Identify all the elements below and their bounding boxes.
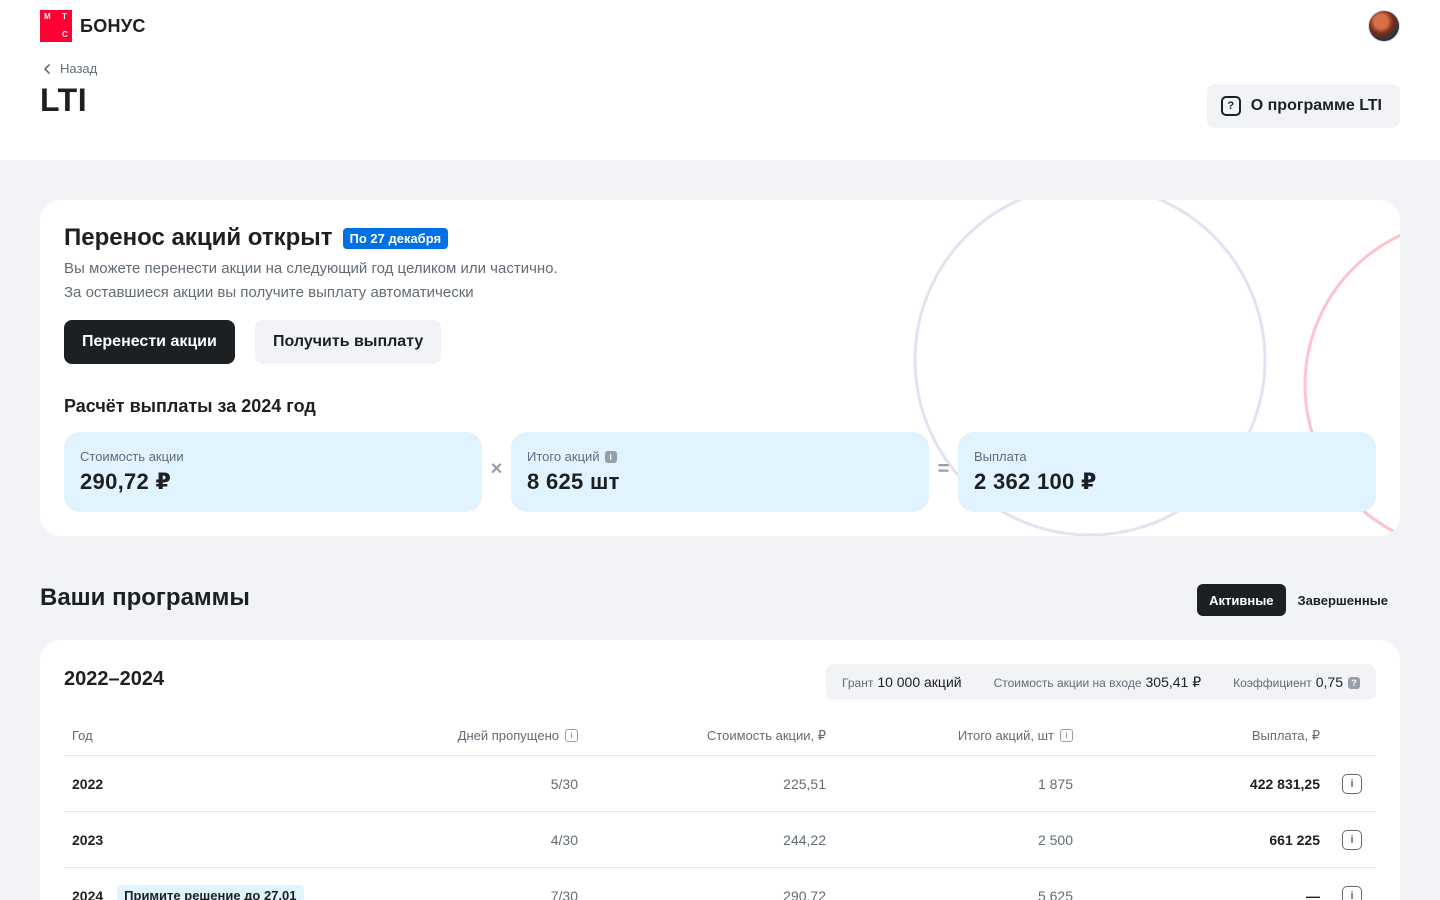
- info-icon[interactable]: i: [1060, 729, 1073, 742]
- row-share-price: 290,72: [783, 887, 826, 900]
- mts-logo-mark: М Т С: [40, 10, 72, 42]
- main-content: Перенос акций открыт По 27 декабря Вы мо…: [0, 160, 1440, 900]
- coefficient-value: 0,75: [1315, 674, 1343, 690]
- entry-price-label: Стоимость акции на входе: [993, 675, 1142, 690]
- table-row[interactable]: 2024 Примите решение до 27.01 7/30 290,72…: [64, 868, 1376, 900]
- row-info-button[interactable]: i: [1342, 812, 1362, 867]
- column-year: Год: [72, 728, 93, 743]
- grant-value: 10 000 акций: [877, 674, 962, 690]
- equals-sign: =: [937, 458, 950, 480]
- year-value: 2023: [72, 831, 104, 848]
- program-summary: Грант 10 000 акций Стоимость акции на вхо…: [826, 664, 1376, 700]
- back-link[interactable]: Назад: [40, 61, 97, 76]
- total-shares-value: 8 625 шт: [527, 469, 620, 494]
- info-icon[interactable]: i: [565, 729, 578, 742]
- total-shares-box: Итого акций i 8 625 шт: [511, 432, 929, 512]
- tab-completed[interactable]: Завершенные: [1286, 584, 1400, 616]
- column-days-missed: Дней пропущено i: [458, 716, 578, 755]
- share-price-box: Стоимость акции 290,72 ₽: [64, 432, 482, 512]
- grant-label: Грант: [842, 676, 874, 690]
- page-header: М Т С БОНУС Назад LTI ? О программе LTI: [0, 0, 1440, 160]
- column-total-shares: Итого акций, шт i: [958, 716, 1073, 755]
- entry-price-value: 305,41 ₽: [1145, 673, 1202, 690]
- row-year: 2022: [72, 756, 103, 811]
- coefficient-label: Коэффициент: [1233, 676, 1312, 690]
- calc-title: Расчёт выплаты за 2024 год: [64, 396, 316, 416]
- transfer-shares-button[interactable]: Перенести акции: [64, 320, 235, 364]
- avatar[interactable]: [1368, 10, 1400, 42]
- multiply-sign: ×: [490, 458, 503, 480]
- chevron-left-icon: [44, 63, 50, 74]
- payout-box: Выплата 2 362 100 ₽: [958, 432, 1376, 512]
- logo-letter: Т: [62, 12, 67, 21]
- page-title: LTI: [40, 82, 88, 118]
- row-year: 2024 Примите решение до 27.01: [72, 868, 304, 900]
- row-total-shares: 1 875: [1037, 775, 1073, 792]
- tab-active[interactable]: Активные: [1197, 584, 1286, 616]
- share-price-label: Стоимость акции: [80, 449, 184, 464]
- row-days-missed: 7/30: [550, 887, 578, 900]
- grant-summary: Грант 10 000 акций: [842, 674, 962, 690]
- column-label: Дней пропущено: [457, 728, 559, 743]
- row-share-price: 225,51: [783, 775, 826, 792]
- row-year: 2023: [72, 812, 103, 867]
- table-header: Год Дней пропущено i Стоимость акции, ₽ И…: [64, 716, 1376, 756]
- program-card: 2022–2024 Грант 10 000 акций Стоимость ак…: [40, 640, 1400, 900]
- description-line: За оставшиеся акции вы получите выплату …: [64, 284, 474, 301]
- row-payout: —: [1306, 887, 1320, 900]
- transfer-title: Перенос акций открыт: [64, 224, 333, 251]
- share-price-value: 290,72 ₽: [80, 469, 172, 494]
- row-total-shares: 2 500: [1037, 831, 1073, 848]
- info-icon: i: [1342, 885, 1362, 900]
- logo-letter: С: [62, 30, 68, 39]
- info-icon[interactable]: i: [604, 450, 617, 463]
- question-icon[interactable]: ?: [1348, 677, 1360, 690]
- transfer-description: Вы можете перенести акции на следующий г…: [64, 257, 558, 305]
- get-payout-button[interactable]: Получить выплату: [255, 320, 442, 364]
- row-payout: 422 831,25: [1249, 775, 1320, 792]
- total-shares-label-row: Итого акций i: [527, 449, 913, 464]
- decision-deadline-badge: Примите решение до 27.01: [117, 885, 304, 900]
- row-days-missed: 5/30: [550, 775, 578, 792]
- logo[interactable]: М Т С БОНУС: [40, 10, 146, 42]
- description-line: Вы можете перенести акции на следующий г…: [64, 260, 558, 277]
- total-shares-label: Итого акций: [527, 449, 600, 464]
- payout-label: Выплата: [974, 449, 1027, 464]
- about-program-label: О программе LTI: [1250, 97, 1382, 114]
- transfer-card: Перенос акций открыт По 27 декабря Вы мо…: [40, 200, 1400, 536]
- coefficient-summary: Коэффициент 0,75?: [1233, 674, 1360, 690]
- program-period: 2022–2024: [64, 668, 165, 690]
- row-total-shares: 5 625: [1037, 887, 1073, 900]
- about-program-button[interactable]: ? О программе LTI: [1206, 84, 1400, 128]
- row-days-missed: 4/30: [550, 831, 578, 848]
- back-label: Назад: [60, 61, 98, 76]
- entry-price-summary: Стоимость акции на входе 305,41 ₽: [994, 674, 1202, 691]
- table-row[interactable]: 2023 4/30 244,22 2 500 661 225 i: [64, 812, 1376, 868]
- programs-tabs: Активные Завершенные: [1197, 584, 1400, 616]
- programs-title: Ваши программы: [40, 584, 250, 611]
- info-icon: i: [1342, 829, 1362, 850]
- question-icon: ?: [1220, 96, 1241, 116]
- column-payout: Выплата, ₽: [1251, 727, 1320, 743]
- payout-value: 2 362 100 ₽: [974, 469, 1097, 494]
- deadline-badge: По 27 декабря: [342, 227, 449, 249]
- row-share-price: 244,22: [783, 831, 826, 848]
- table-row[interactable]: 2022 5/30 225,51 1 875 422 831,25 i: [64, 756, 1376, 812]
- year-value: 2022: [72, 775, 104, 792]
- transfer-title-row: Перенос акций открыт По 27 декабря: [64, 224, 449, 252]
- info-icon: i: [1342, 773, 1362, 794]
- logo-text: БОНУС: [80, 15, 146, 36]
- row-payout: 661 225: [1269, 831, 1320, 848]
- year-value: 2024: [72, 887, 104, 900]
- row-info-button[interactable]: i: [1342, 756, 1362, 811]
- column-share-price: Стоимость акции, ₽: [706, 727, 826, 743]
- row-info-button[interactable]: i: [1342, 868, 1362, 900]
- logo-letter: М: [44, 12, 51, 21]
- column-label: Итого акций, шт: [957, 728, 1054, 743]
